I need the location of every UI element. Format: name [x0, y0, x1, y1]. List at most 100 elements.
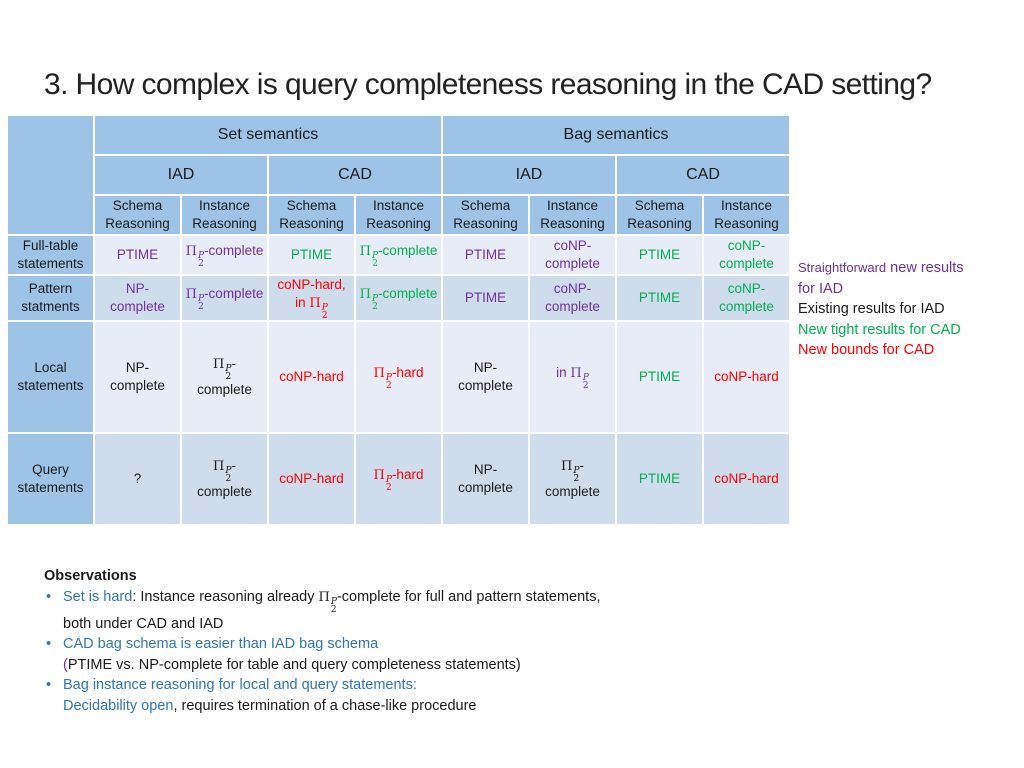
pi-symbol: Π: [373, 366, 385, 381]
observations-list: Set is hard: Instance reasoning already …: [44, 587, 601, 717]
table-cell: coNP-complete: [528, 274, 617, 322]
reasoning-line2: Reasoning: [366, 216, 431, 231]
reasoning-line1: Instance: [720, 198, 773, 213]
row-label-line1: Query: [32, 462, 69, 477]
row-header: Local statements: [6, 320, 95, 434]
cell-text: -complete: [204, 286, 264, 301]
table-cell: PTIME: [441, 234, 530, 276]
reasoning-line1: Instance: [372, 198, 425, 213]
legend-item-tight: New tight results for CAD: [798, 321, 961, 338]
table-cell: coNP-hard: [267, 432, 356, 526]
cell-line1: NP-: [125, 360, 150, 375]
cell-line1: coNP-hard,: [277, 277, 346, 292]
cell-line2: complete: [110, 299, 165, 314]
header-reasoning-7: Instance Reasoning: [702, 194, 791, 236]
cell-text: PTIME: [290, 247, 333, 262]
table-cell: NP-complete: [441, 432, 530, 526]
reasoning-line1: Schema: [112, 198, 163, 213]
legend-item-straightforward: Straightforward new results: [798, 258, 964, 279]
reasoning-line1: Instance: [546, 198, 599, 213]
table-row: Local statements NP-complete Π P 2- complete co…: [6, 320, 791, 434]
header-set-iad: IAD: [93, 154, 269, 196]
cell-text: -hard: [391, 467, 424, 482]
table-cell: PTIME: [93, 234, 182, 276]
pi-symbol: Π: [561, 459, 573, 474]
cell-text: coNP-hard: [714, 369, 779, 384]
pi-symbol: Π: [185, 244, 197, 259]
pi-indices: P2: [582, 373, 589, 391]
row-label-line2: statements: [17, 480, 84, 495]
pi-symbol: Π: [318, 589, 330, 605]
observation-highlight: Bag instance reasoning for local and que…: [63, 677, 417, 693]
cell-line1: -: [579, 458, 584, 473]
cell-text: -complete: [378, 286, 438, 301]
legend-text: new results: [886, 260, 964, 276]
cell-line1: coNP-: [727, 281, 766, 296]
table-cell: NP-complete: [441, 320, 530, 434]
table-cell: Π P 2 -hard: [354, 432, 443, 526]
reasoning-header-row: Schema Reasoning Instance Reasoning Schema Re…: [7, 194, 791, 236]
table-cell: PTIME: [441, 274, 530, 322]
observation-item: Set is hard: Instance reasoning already …: [44, 587, 601, 635]
cell-text: PTIME: [638, 369, 681, 384]
table-cell: coNP-hard, in ΠP2: [267, 274, 356, 322]
table-cell: ΠP2-complete: [354, 234, 443, 276]
legend-item-straightforward-cont: for IAD: [798, 280, 844, 297]
table-row: Pattern statments NP-complete Π P 2 -complete c…: [6, 274, 791, 322]
table-cell: coNP-hard: [267, 320, 356, 434]
cell-line2: complete: [110, 378, 165, 393]
cell-line2: complete: [197, 484, 252, 499]
observations: Observations Set is hard: Instance reaso…: [44, 566, 601, 716]
observation-highlight: CAD bag schema is easier than IAD bag sc…: [63, 636, 379, 652]
cell-line2: complete: [719, 299, 774, 314]
header-bag-semantics: Bag semantics: [441, 114, 791, 156]
cell-text: coNP-hard: [714, 471, 779, 486]
cell-line1: NP-: [473, 360, 498, 375]
row-header: Pattern statments: [6, 274, 95, 322]
page-title: 3. How complex is query completeness rea…: [44, 68, 932, 101]
observation-item: CAD bag schema is easier than IAD bag sc…: [44, 634, 601, 675]
color-legend: Straightforward new results for IAD Exis…: [798, 258, 964, 361]
table-cell: ΠP2-complete: [180, 320, 269, 434]
cell-text: -hard: [391, 365, 424, 380]
table-cell: ΠP2-complete: [180, 274, 269, 322]
table-cell: NP-complete: [93, 320, 182, 434]
cell-line1: -: [231, 356, 236, 371]
header-set-semantics: Set semantics: [93, 114, 443, 156]
cell-text: ?: [133, 471, 142, 486]
row-label-line2: statments: [21, 299, 80, 314]
table-cell: PTIME: [615, 234, 704, 276]
cell-line1: -: [231, 458, 236, 473]
table-cell: PTIME: [615, 274, 704, 322]
header-reasoning-3: Instance Reasoning: [354, 194, 443, 236]
table-cell: ΠP2-complete: [180, 234, 269, 276]
header-bag-cad: CAD: [615, 154, 791, 196]
cell-line2: complete: [545, 299, 600, 314]
header-reasoning-1: Instance Reasoning: [180, 194, 269, 236]
table-cell: PTIME: [267, 234, 356, 276]
reasoning-line1: Instance: [198, 198, 251, 213]
reasoning-line1: Schema: [460, 198, 511, 213]
observations-heading: Observations: [44, 568, 137, 584]
cell-text: PTIME: [116, 247, 159, 262]
table-row: Full-table statements PTIME Π P 2 -complete PTI…: [6, 234, 791, 276]
legend-item-existing: Existing results for IAD: [798, 301, 945, 317]
table-cell: coNP-complete: [528, 234, 617, 276]
reasoning-line2: Reasoning: [192, 216, 257, 231]
cell-text: PTIME: [638, 290, 681, 305]
cell-text: PTIME: [638, 247, 681, 262]
table-cell: coNP-hard: [702, 320, 791, 434]
reasoning-line1: Schema: [286, 198, 337, 213]
table-cell: PTIME: [615, 432, 704, 526]
observation-text-cont: Decidability open, requires termination …: [63, 697, 477, 714]
cell-line2: complete: [545, 256, 600, 271]
observation-text-cont: (PTIME vs. NP-complete for table and que…: [63, 656, 521, 673]
cell-line2: complete: [545, 484, 600, 499]
cell-line2: complete: [197, 382, 252, 397]
cell-line1: NP-: [473, 462, 498, 477]
table-cell: ?: [93, 432, 182, 526]
cell-text: PTIME: [638, 471, 681, 486]
header-reasoning-4: Schema Reasoning: [441, 194, 530, 236]
observation-text: -complete for full and pattern statement…: [336, 588, 601, 605]
cell-text: in: [556, 365, 571, 380]
